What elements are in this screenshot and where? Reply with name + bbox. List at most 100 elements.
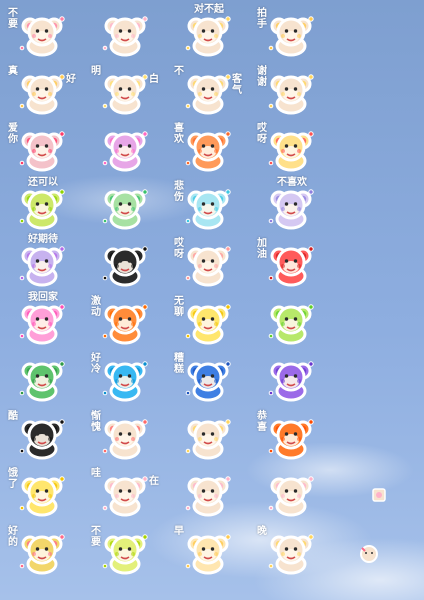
sticker-caption: 爱你 <box>8 123 18 145</box>
sticker-r1c4[interactable]: 拍手 <box>257 6 323 57</box>
sticker-caption: 对不起 <box>194 4 224 15</box>
sticker-caption: 惭愧 <box>91 410 101 433</box>
sticker-r8c4[interactable]: 恭喜 <box>257 409 323 459</box>
sticker-r2c3[interactable]: 不客气 <box>174 64 242 114</box>
sticker-caption: 好期待 <box>28 234 58 245</box>
monkey-icon <box>19 476 65 517</box>
sticker-r5c2[interactable] <box>93 236 157 287</box>
monkey-icon <box>102 16 148 57</box>
monkey-icon <box>19 418 65 459</box>
sticker-caption: 好冷 <box>91 353 101 375</box>
monkey-icon <box>19 533 65 574</box>
sticker-r8c3[interactable] <box>176 409 240 459</box>
sticker-r2c2[interactable]: 明白 <box>91 64 159 114</box>
monkey-icon <box>268 73 314 114</box>
sticker-r9c2[interactable]: 哇在 <box>91 466 159 517</box>
sticker-caption: 酷 <box>8 410 18 422</box>
sticker-r4c2[interactable] <box>93 179 157 229</box>
sticker-r4c4[interactable]: 不喜欢 <box>259 176 323 229</box>
sticker-caption: 激动 <box>91 295 101 318</box>
sticker-r6c4[interactable] <box>259 294 323 344</box>
monkey-icon <box>19 303 65 344</box>
sticker-r6c2[interactable]: 激动 <box>91 294 157 344</box>
sticker-r3c3[interactable]: 喜欢 <box>174 121 240 172</box>
sticker-caption: 加油 <box>257 238 267 260</box>
sticker-caption: 不喜欢 <box>277 176 307 188</box>
sticker-caption: 不要 <box>8 8 18 30</box>
sticker-caption-secondary: 在 <box>149 476 159 487</box>
monkey-icon <box>19 131 65 172</box>
monkey-icon <box>102 73 148 114</box>
sticker-r7c3[interactable]: 糟糕 <box>174 351 240 402</box>
sticker-r1c3[interactable]: 对不起 <box>176 4 240 57</box>
monkey-icon <box>102 303 148 344</box>
sticker-r10c3[interactable]: 早 <box>174 524 240 574</box>
sticker-caption: 早 <box>174 525 184 537</box>
sticker-caption: 拍手 <box>257 8 267 30</box>
sticker-caption: 悲伤 <box>174 180 184 203</box>
sticker-r2c4[interactable]: 谢谢 <box>257 64 323 114</box>
sticker-r4c1[interactable]: 还可以 <box>10 176 74 229</box>
monkey-icon <box>185 303 231 344</box>
sticker-r9c4[interactable] <box>259 466 323 517</box>
sticker-caption: 哇 <box>91 468 101 479</box>
sticker-r8c2[interactable]: 惭愧 <box>91 409 157 459</box>
sticker-r9c3[interactable] <box>176 466 240 517</box>
monkey-icon <box>19 188 65 229</box>
monkey-icon <box>19 73 65 114</box>
mini-sticker-thumbnail-1[interactable] <box>372 487 386 502</box>
monkey-icon <box>19 246 65 287</box>
monkey-icon <box>268 131 314 172</box>
sticker-caption: 还可以 <box>28 176 58 188</box>
sticker-r9c1[interactable]: 饿了 <box>8 466 74 517</box>
sticker-r7c1[interactable] <box>10 351 74 402</box>
monkey-icon <box>185 361 231 402</box>
mini-monkey-icon <box>360 545 378 563</box>
monkey-icon <box>268 303 314 344</box>
sticker-r3c1[interactable]: 爱你 <box>8 121 74 172</box>
mini-sticker-thumbnail-2[interactable] <box>357 542 379 564</box>
monkey-icon <box>19 16 65 57</box>
sticker-r5c1[interactable]: 好期待 <box>10 234 74 287</box>
sticker-caption: 糟糕 <box>174 353 184 375</box>
monkey-icon <box>268 476 314 517</box>
sticker-r10c2[interactable]: 不要 <box>91 524 157 574</box>
sticker-r10c1[interactable]: 好的 <box>8 524 74 574</box>
sticker-r2c1[interactable]: 真好 <box>8 64 76 114</box>
sticker-caption: 明 <box>91 65 101 77</box>
monkey-icon <box>268 418 314 459</box>
sticker-r6c1[interactable]: 我回家 <box>10 291 74 344</box>
monkey-icon <box>268 246 314 287</box>
monkey-icon <box>268 361 314 402</box>
monkey-icon <box>185 16 231 57</box>
sticker-caption: 好的 <box>8 525 18 548</box>
sticker-r8c1[interactable]: 酷 <box>8 409 74 459</box>
sticker-caption: 真 <box>8 65 18 77</box>
mini-monkey-icon <box>372 488 386 502</box>
monkey-icon <box>185 188 231 229</box>
sticker-caption: 我回家 <box>28 291 58 303</box>
monkey-icon <box>185 246 231 287</box>
sticker-r3c4[interactable]: 哎呀 <box>257 121 323 172</box>
sticker-caption-secondary: 好 <box>66 73 76 85</box>
monkey-icon <box>268 16 314 57</box>
monkey-icon <box>185 533 231 574</box>
sticker-r5c3[interactable]: 哎呀 <box>174 236 240 287</box>
monkey-icon <box>185 73 231 114</box>
sticker-r6c3[interactable]: 无聊 <box>174 294 240 344</box>
sticker-r7c2[interactable]: 好冷 <box>91 351 157 402</box>
sticker-caption: 无聊 <box>174 295 184 318</box>
sticker-r4c3[interactable]: 悲伤 <box>174 179 240 229</box>
sticker-caption: 不要 <box>91 525 101 548</box>
sticker-r1c2[interactable] <box>93 6 157 57</box>
sticker-r3c2[interactable] <box>93 121 157 172</box>
sticker-caption-secondary: 客气 <box>232 73 242 96</box>
sticker-r10c4[interactable]: 晚 <box>257 524 323 574</box>
sticker-caption-secondary: 白 <box>149 73 159 85</box>
monkey-icon <box>102 361 148 402</box>
sticker-r7c4[interactable] <box>259 351 323 402</box>
sticker-r5c4[interactable]: 加油 <box>257 236 323 287</box>
sticker-r1c1[interactable]: 不要 <box>8 6 74 57</box>
monkey-icon <box>102 418 148 459</box>
sticker-caption: 不 <box>174 65 184 77</box>
